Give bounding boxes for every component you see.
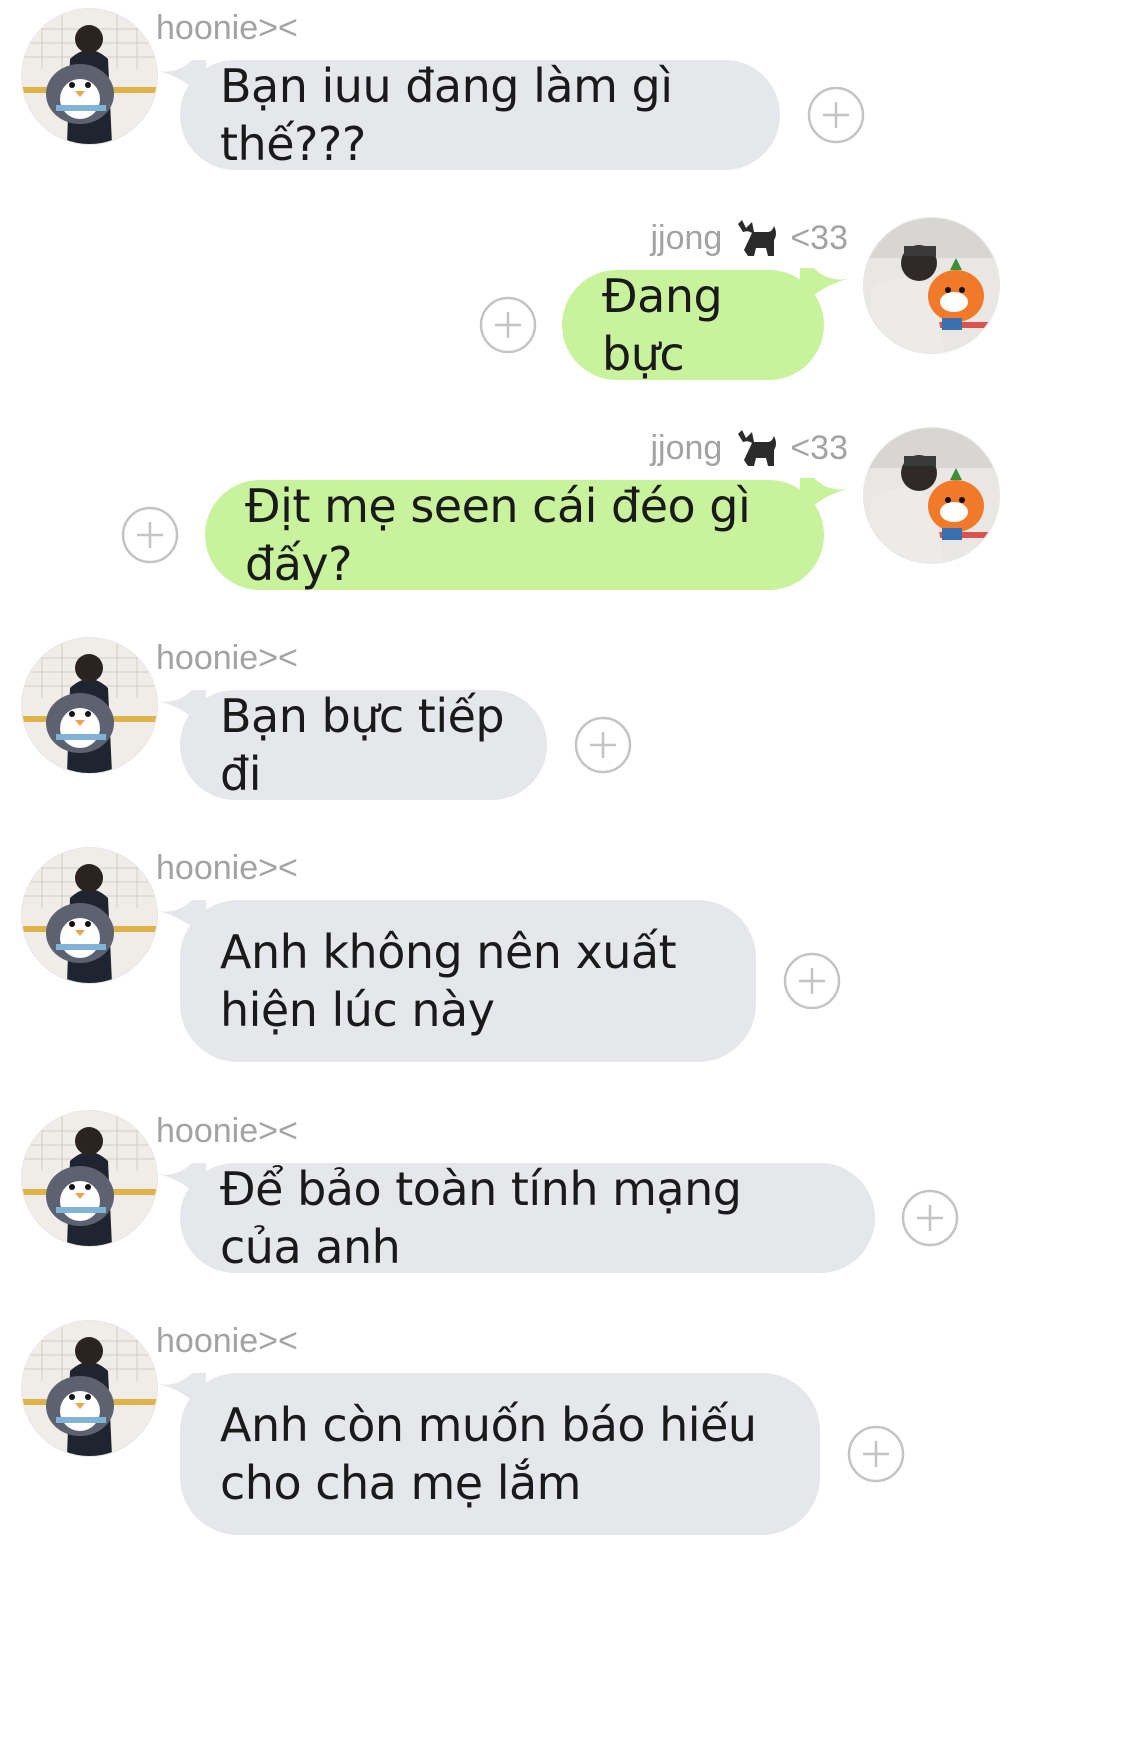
- avatar-hoonie[interactable]: [22, 1111, 157, 1246]
- sender-name: hoonie><: [156, 9, 298, 47]
- message-bubble[interactable]: Bạn iuu đang làm gì thế???: [180, 59, 780, 171]
- plus-circle-icon[interactable]: [120, 505, 180, 565]
- avatar-jjong[interactable]: [864, 428, 999, 563]
- message-text: Bạn bực tiếp đi: [220, 689, 505, 801]
- avatar-penguin-image: [22, 848, 157, 983]
- black-cat-icon: [738, 430, 777, 466]
- sender-name: jjong: [650, 219, 723, 257]
- sender-name-row: jjong <33: [650, 428, 848, 468]
- message-bubble[interactable]: Bạn bực tiếp đi: [180, 689, 547, 801]
- avatar-hoonie[interactable]: [22, 1321, 157, 1456]
- message-bubble[interactable]: Để bảo toàn tính mạng của anh: [180, 1162, 875, 1274]
- avatar-hoonie[interactable]: [22, 848, 157, 983]
- plus-circle-icon[interactable]: [806, 85, 866, 145]
- plus-circle-icon[interactable]: [478, 295, 538, 355]
- avatar-orange-plush-image: [864, 428, 999, 563]
- avatar-penguin-image: [22, 1321, 157, 1456]
- message-text: Đang bực: [602, 269, 723, 381]
- plus-circle-icon[interactable]: [900, 1188, 960, 1248]
- black-cat-icon: [738, 220, 777, 256]
- sender-name: jjong: [650, 429, 723, 467]
- sender-suffix: <33: [790, 219, 848, 257]
- message-bubble[interactable]: Anh không nên xuất hiện lúc này: [180, 900, 756, 1062]
- message-bubble[interactable]: Địt mẹ seen cái đéo gì đấy?: [205, 479, 824, 591]
- message-text: Địt mẹ seen cái đéo gì đấy?: [245, 479, 751, 591]
- avatar-jjong[interactable]: [864, 218, 999, 353]
- sender-name: hoonie><: [156, 849, 298, 887]
- sender-suffix: <33: [790, 429, 848, 467]
- sender-name: hoonie><: [156, 1322, 298, 1360]
- plus-circle-icon[interactable]: [573, 715, 633, 775]
- plus-circle-icon[interactable]: [846, 1424, 906, 1484]
- sender-name: hoonie><: [156, 639, 298, 677]
- message-text: Anh không nên xuất hiện lúc này: [220, 925, 677, 1037]
- avatar-hoonie[interactable]: [22, 9, 157, 144]
- avatar-orange-plush-image: [864, 218, 999, 353]
- message-text: Bạn iuu đang làm gì thế???: [220, 59, 673, 171]
- message-bubble[interactable]: Đang bực: [562, 269, 824, 381]
- sender-name-row: jjong <33: [650, 218, 848, 258]
- avatar-penguin-image: [22, 1111, 157, 1246]
- message-text: Anh còn muốn báo hiếu cho cha mẹ lắm: [220, 1398, 757, 1510]
- avatar-penguin-image: [22, 9, 157, 144]
- avatar-hoonie[interactable]: [22, 638, 157, 773]
- avatar-penguin-image: [22, 638, 157, 773]
- plus-circle-icon[interactable]: [782, 951, 842, 1011]
- message-text: Để bảo toàn tính mạng của anh: [220, 1162, 742, 1274]
- message-bubble[interactable]: Anh còn muốn báo hiếu cho cha mẹ lắm: [180, 1373, 820, 1535]
- sender-name: hoonie><: [156, 1112, 298, 1150]
